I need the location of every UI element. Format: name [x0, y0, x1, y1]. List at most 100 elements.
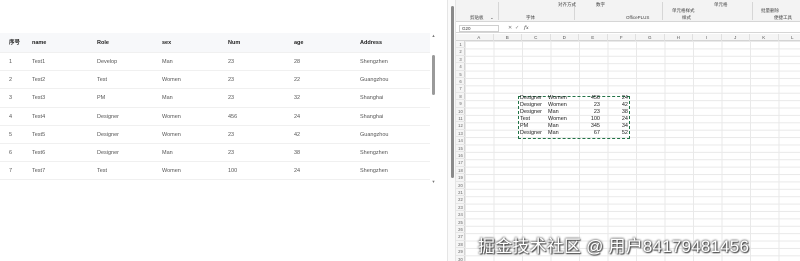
column-header[interactable]: J: [722, 34, 750, 41]
row-header[interactable]: 12: [456, 122, 465, 130]
header-age[interactable]: age: [294, 33, 303, 53]
row-header[interactable]: 14: [456, 137, 465, 145]
row-header[interactable]: 29: [456, 248, 465, 256]
header-name[interactable]: name: [32, 33, 46, 53]
column-header[interactable]: A: [465, 34, 494, 41]
ribbon-group-officeplus[interactable]: OfficePLUS: [626, 15, 649, 20]
column-header[interactable]: C: [522, 34, 551, 41]
row-header[interactable]: 24: [456, 211, 465, 219]
row-header[interactable]: 4: [456, 63, 465, 71]
row-header[interactable]: 1: [456, 41, 465, 49]
ribbon-group-clipboard[interactable]: 剪贴板: [470, 15, 484, 21]
table-row[interactable]: 2 Test2 Test Women 23 22 Guangzhou: [0, 71, 430, 90]
name-box[interactable]: G20: [459, 25, 499, 32]
column-header[interactable]: I: [693, 34, 722, 41]
scroll-up-icon[interactable]: ▲: [431, 33, 436, 38]
table-cell: Test6: [32, 149, 46, 156]
worksheet-cells[interactable]: [465, 41, 800, 261]
table-row[interactable]: 7 Test7 Test Women 100 24 Shengzhen: [0, 162, 430, 181]
row-header[interactable]: 6: [456, 78, 465, 86]
ribbon-group-font[interactable]: 字体: [526, 15, 535, 21]
table-cell: 1: [9, 59, 13, 65]
table-cell: Shengzhen: [360, 168, 388, 175]
cancel-icon[interactable]: ✕: [508, 24, 512, 33]
row-header[interactable]: 30: [456, 256, 465, 261]
column-header[interactable]: D: [551, 34, 579, 41]
column-header[interactable]: L: [779, 34, 800, 41]
row-header[interactable]: 23: [456, 204, 465, 212]
formula-bar: G20 ✕ ✓ fx: [456, 24, 800, 33]
row-header[interactable]: 22: [456, 196, 465, 204]
column-header[interactable]: K: [750, 34, 779, 41]
column-header[interactable]: B: [494, 34, 522, 41]
table-cell: Designer: [97, 149, 120, 156]
table-row[interactable]: 3 Test3 PM Man 23 32 Shanghai: [0, 89, 430, 108]
header-role[interactable]: Role: [97, 33, 109, 53]
splitter-grip[interactable]: [451, 6, 454, 178]
column-header[interactable]: G: [636, 34, 665, 41]
table-row[interactable]: 1 Test1 Develop Man 23 28 Shengzhen: [0, 53, 430, 72]
table-cell: Guangzhou: [360, 131, 389, 138]
ribbon-group-cells[interactable]: 单元格: [714, 2, 728, 8]
row-header[interactable]: 13: [456, 130, 465, 138]
table-cell: 3: [9, 95, 13, 102]
row-header[interactable]: 10: [456, 108, 465, 115]
table-row[interactable]: 4 Test4 Designer Women 456 24 Shanghai: [0, 108, 430, 126]
scroll-down-icon[interactable]: ▼: [431, 179, 436, 184]
table-cell: 23: [228, 131, 235, 138]
table-cell: Guangzhou: [360, 77, 389, 84]
sheet-cell[interactable]: 52: [602, 130, 628, 137]
table-row[interactable]: 5 Test5 Designer Women 23 42 Guangzhou: [0, 126, 430, 144]
row-header[interactable]: 27: [456, 233, 465, 241]
table-cell: Shanghai: [360, 95, 384, 102]
table-cell: Designer: [97, 113, 120, 120]
ribbon-batch-delete[interactable]: 批量删除: [761, 8, 779, 14]
ribbon-group-align[interactable]: 对齐方式: [558, 2, 576, 8]
column-header[interactable]: E: [579, 34, 608, 41]
ribbon-cell-style[interactable]: 单元格样式: [672, 8, 695, 14]
header-num[interactable]: Num: [228, 33, 240, 53]
row-header[interactable]: 11: [456, 115, 465, 123]
row-header[interactable]: 17: [456, 159, 465, 167]
sheet-cell[interactable]: 67: [566, 130, 600, 137]
table-cell: 28: [294, 59, 301, 65]
row-header[interactable]: 15: [456, 145, 465, 152]
table-cell: 38: [294, 149, 301, 156]
row-header[interactable]: 25: [456, 219, 465, 226]
row-header[interactable]: 9: [456, 100, 465, 108]
row-header[interactable]: 19: [456, 174, 465, 182]
table-cell: Test: [97, 168, 108, 175]
row-header[interactable]: 16: [456, 152, 465, 160]
row-header[interactable]: 28: [456, 241, 465, 249]
table-scrollbar[interactable]: ▲ ▼: [431, 33, 436, 187]
row-header[interactable]: 8: [456, 93, 465, 101]
table-row[interactable]: 6 Test6 Designer Man 23 38 Shengzhen: [0, 144, 430, 163]
pane-splitter[interactable]: [447, 0, 456, 261]
ribbon-group-quick-edit[interactable]: 便捷工具: [774, 15, 792, 21]
row-header[interactable]: 7: [456, 85, 465, 93]
column-header[interactable]: F: [608, 34, 636, 41]
column-headers: ABCDEFGHIJKL: [456, 34, 800, 41]
table-cell: 23: [228, 95, 235, 102]
row-header[interactable]: 18: [456, 167, 465, 175]
row-header[interactable]: 21: [456, 189, 465, 197]
row-header[interactable]: 5: [456, 71, 465, 78]
row-header[interactable]: 2: [456, 48, 465, 56]
row-header[interactable]: 20: [456, 182, 465, 189]
ribbon-group-number[interactable]: 数字: [596, 2, 605, 8]
enter-icon[interactable]: ✓: [515, 24, 519, 33]
row-header[interactable]: 26: [456, 226, 465, 234]
header-index[interactable]: 序号: [9, 33, 20, 53]
column-header[interactable]: H: [665, 34, 693, 41]
data-table-panel: 序号 name Role sex Num age Address 1 Test1 D…: [0, 0, 447, 261]
table-body: 1 Test1 Develop Man 23 28 Shengzhen 2 Test2 Test W…: [0, 53, 430, 181]
function-icon[interactable]: fx: [524, 24, 529, 33]
ribbon-expand-icon[interactable]: ⌄: [490, 15, 494, 21]
row-header[interactable]: 3: [456, 56, 465, 64]
ribbon-group-style[interactable]: 样式: [682, 15, 691, 21]
scrollbar-thumb[interactable]: [432, 55, 435, 95]
header-address[interactable]: Address: [360, 33, 382, 53]
data-table: 序号 name Role sex Num age Address 1 Test1 D…: [0, 33, 430, 181]
sheet-cell[interactable]: Designer: [520, 130, 550, 137]
header-sex[interactable]: sex: [162, 33, 171, 53]
